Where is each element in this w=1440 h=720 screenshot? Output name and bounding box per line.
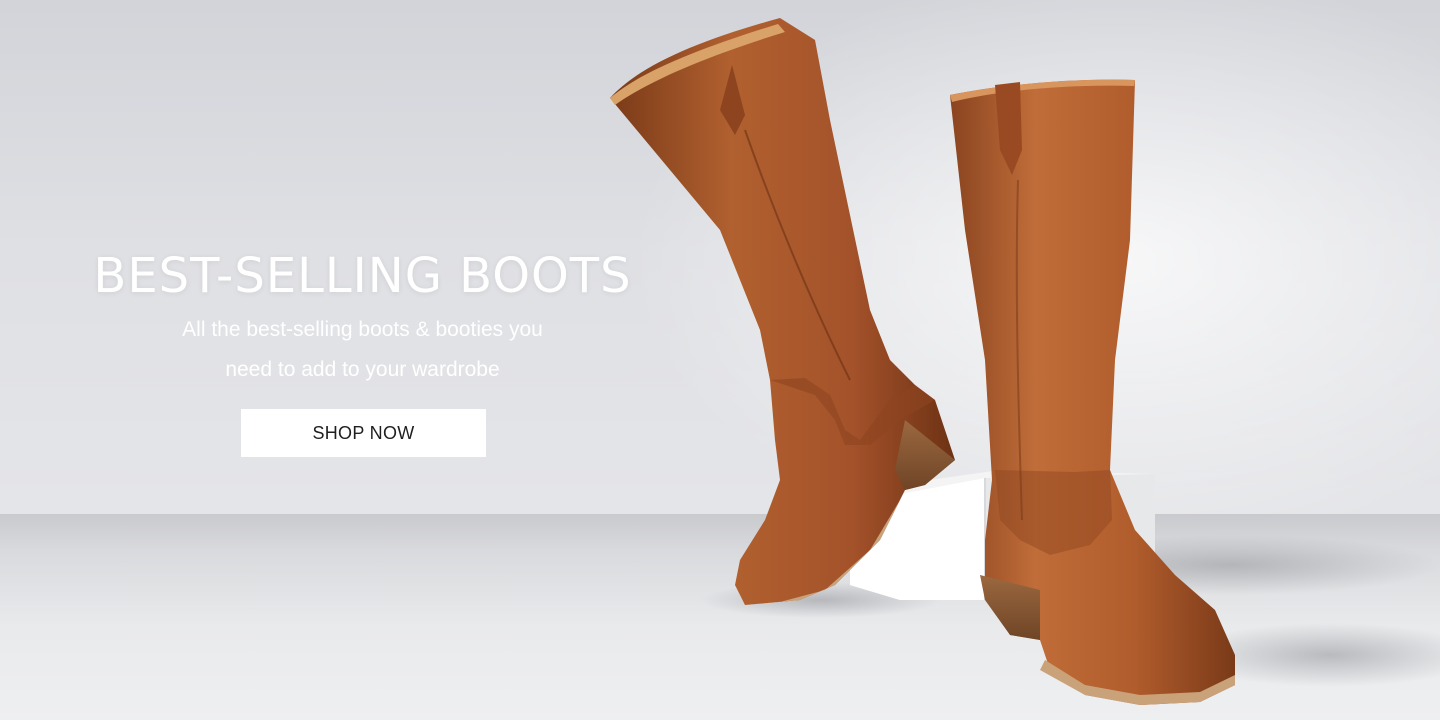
hero-copy: BEST-SELLING BOOTS All the best-selling … — [60, 248, 665, 390]
hero-subline-1: All the best-selling boots & booties you — [182, 318, 543, 341]
hero-headline: BEST-SELLING BOOTS — [93, 248, 632, 304]
right-boot — [950, 79, 1235, 705]
hero-banner[interactable]: BEST-SELLING BOOTS All the best-selling … — [0, 0, 1440, 720]
shop-now-button[interactable]: SHOP NOW — [241, 409, 486, 457]
hero-subline-2: need to add to your wardrobe — [225, 358, 500, 381]
